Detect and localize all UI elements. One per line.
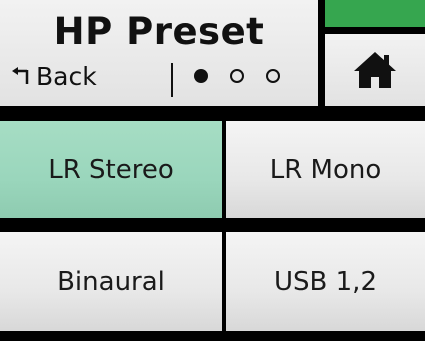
preset-usb-1-2-button[interactable]: USB 1,2	[226, 232, 425, 331]
preset-binaural-button[interactable]: Binaural	[0, 232, 222, 331]
home-button[interactable]	[325, 34, 425, 106]
preset-label: Binaural	[57, 266, 165, 297]
preset-label: LR Mono	[269, 154, 382, 185]
divider	[171, 63, 173, 97]
page-dot-active	[194, 69, 208, 83]
preset-lr-stereo-button[interactable]: LR Stereo	[0, 121, 222, 218]
preset-label: USB 1,2	[274, 266, 377, 297]
page-dot	[230, 69, 244, 83]
back-arrow-icon	[12, 66, 29, 84]
page-dot	[266, 69, 280, 83]
preset-lr-mono-button[interactable]: LR Mono	[226, 121, 425, 218]
page-indicator	[194, 69, 302, 83]
home-panel	[325, 0, 425, 106]
home-icon	[354, 52, 396, 88]
status-accent-bar	[325, 0, 425, 27]
page-title: HP Preset	[53, 10, 265, 53]
header-bar: HP Preset Back	[0, 0, 425, 111]
back-button[interactable]: Back	[10, 62, 97, 91]
preset-label: LR Stereo	[48, 154, 174, 185]
title-panel: HP Preset Back	[0, 0, 318, 106]
back-label: Back	[36, 62, 97, 91]
